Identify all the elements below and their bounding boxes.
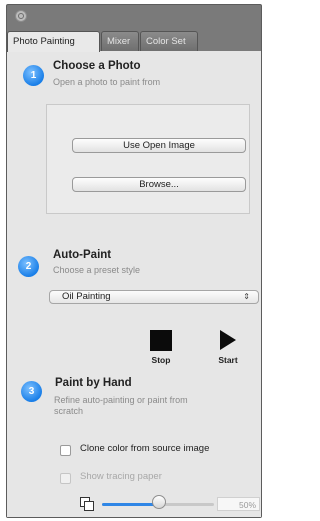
step-3-badge: 3 [21,381,42,402]
start-button[interactable]: Start [213,330,243,366]
clone-color-label: Clone color from source image [80,443,210,454]
show-tracing-label: Show tracing paper [80,471,162,482]
choose-photo-title: Choose a Photo [53,60,141,72]
photo-source-box [46,104,250,214]
paint-by-hand-subtitle-line1: Refine auto-painting or paint from [54,395,188,405]
stop-icon [150,330,172,351]
paint-by-hand-title: Paint by Hand [55,377,132,389]
tab-bar: Photo Painting Mixer Color Set [7,31,261,52]
stop-label: Stop [151,355,171,365]
play-icon [220,330,236,350]
tab-photo-painting[interactable]: Photo Painting [7,31,100,52]
chevron-updown-icon: ⇕ [243,292,250,301]
panel-close-icon[interactable] [15,10,27,22]
auto-paint-title: Auto-Paint [53,249,112,261]
show-tracing-checkbox[interactable] [60,473,71,484]
preset-style-value: Oil Painting [62,291,111,302]
step-1-badge: 1 [23,65,44,86]
layers-icon [80,497,94,511]
tab-color-set[interactable]: Color Set [140,31,198,51]
clone-color-checkbox[interactable] [60,445,71,456]
step-2-badge: 2 [18,256,39,277]
tab-mixer[interactable]: Mixer [101,31,139,51]
stop-button[interactable]: Stop [148,330,174,366]
start-label: Start [218,355,238,365]
slider-fill [102,503,158,506]
tracing-opacity-value[interactable]: 50% [217,497,260,511]
paint-by-hand-subtitle-line2: scratch [54,406,84,416]
auto-paint-subtitle: Choose a preset style [53,265,141,275]
choose-photo-subtitle: Open a photo to paint from [53,77,161,87]
slider-thumb[interactable] [152,495,166,509]
preset-style-select[interactable]: Oil Painting ⇕ [49,290,259,304]
browse-button[interactable]: Browse... [72,177,246,192]
use-open-image-button[interactable]: Use Open Image [72,138,246,153]
